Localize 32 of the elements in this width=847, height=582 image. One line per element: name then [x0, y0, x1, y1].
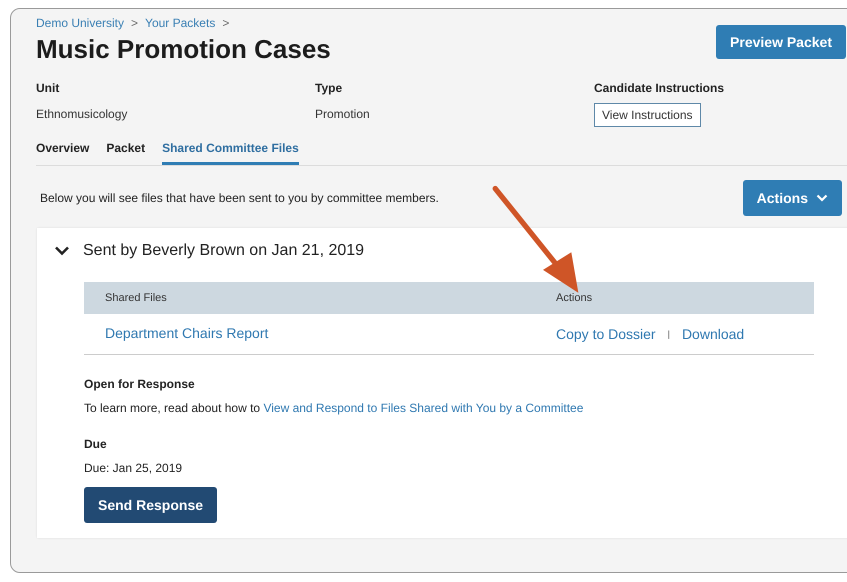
view-instructions-button[interactable]: View Instructions	[594, 103, 700, 127]
breadcrumb-link[interactable]: Your Packets	[145, 16, 216, 30]
actions-button[interactable]: Actions	[742, 180, 842, 216]
help-link[interactable]: View and Respond to Files Shared with You by a Committee	[263, 401, 584, 415]
file-link[interactable]: Department Chairs Report	[105, 325, 268, 341]
tab[interactable]: Packet	[106, 141, 146, 165]
due-date-text: Due: Jan 25, 2019	[84, 461, 184, 475]
chevron-down-icon	[816, 194, 828, 202]
column-header: Actions	[556, 292, 594, 304]
page-title: Music Promotion Cases	[36, 34, 331, 65]
breadcrumb-separator: >	[222, 16, 230, 30]
field-label: Candidate Instructions	[594, 81, 724, 95]
field-value: Ethnomusicology	[36, 107, 128, 121]
preview-packet-button[interactable]: Preview Packet	[716, 25, 846, 59]
learn-more-text: To learn more, read about how to View and Respond to Files Shared with You by a Committee	[84, 401, 584, 415]
chevron-icon[interactable]	[54, 245, 70, 257]
action-link[interactable]: Copy to Dossier	[556, 326, 656, 342]
send-response-button[interactable]: Send Response	[84, 487, 218, 523]
tab[interactable]: Overview	[36, 141, 90, 165]
section-title: Sent by Beverly Brown on Jan 21, 2019	[83, 242, 364, 260]
action-link[interactable]: Download	[682, 326, 744, 342]
column-header: Shared Files	[104, 292, 168, 304]
section-heading: Open for Response	[84, 377, 196, 391]
link-separator: |	[668, 329, 670, 339]
intro-text: Below you will see files that have been sent to you by committee members.	[40, 191, 439, 205]
section-heading: Due	[84, 437, 108, 451]
field-label: Type	[315, 81, 342, 95]
field-label: Unit	[36, 81, 60, 95]
breadcrumb-separator: >	[131, 16, 138, 30]
tab[interactable]: Shared Committee Files	[162, 141, 299, 165]
field-value: Promotion	[315, 107, 370, 121]
breadcrumb-link[interactable]: Demo University	[36, 16, 124, 30]
